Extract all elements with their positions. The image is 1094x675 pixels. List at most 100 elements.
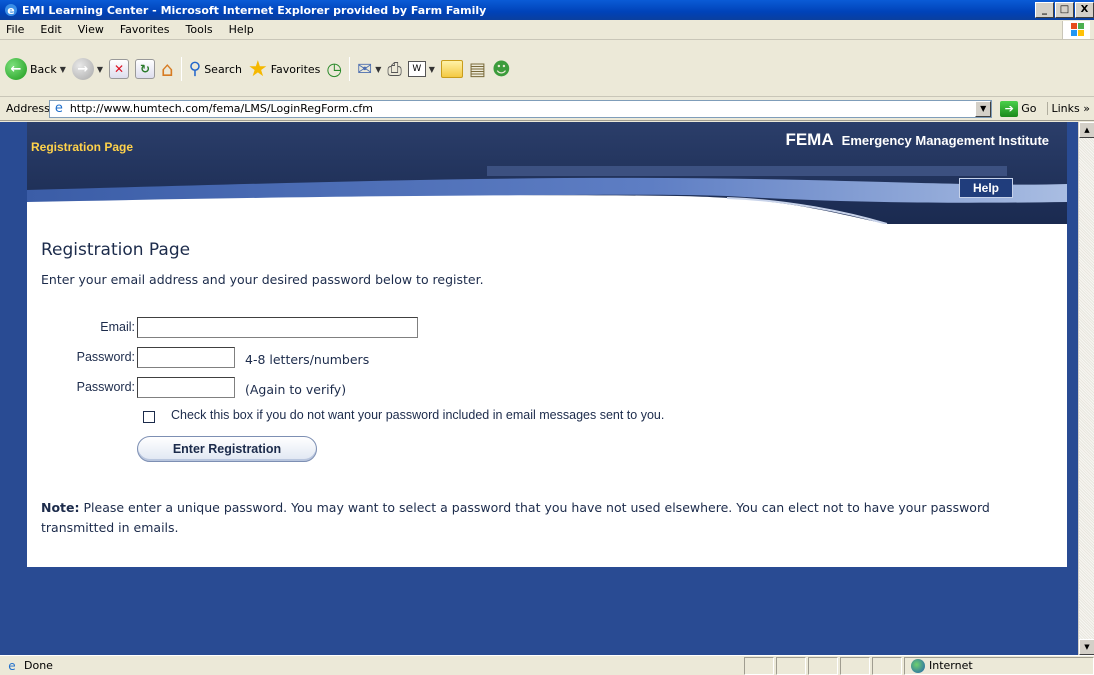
fema-long-name: Emergency Management Institute [841, 133, 1049, 148]
enter-registration-button[interactable]: Enter Registration [137, 436, 317, 462]
scroll-track[interactable] [1079, 138, 1094, 639]
research-button[interactable]: ▤ [466, 56, 489, 82]
search-icon: ⚲ [188, 59, 202, 79]
toolbar-separator [180, 57, 182, 81]
internet-explorer-icon: e [5, 4, 17, 17]
print-button[interactable]: ⎙ [384, 56, 404, 82]
page-banner: Registration Page FEMA Emergency Managem… [27, 122, 1067, 224]
password-field[interactable] [137, 347, 235, 368]
password-hint: 4-8 letters/numbers [245, 352, 370, 367]
scroll-up-button[interactable]: ▲ [1079, 122, 1094, 138]
refresh-icon: ↻ [135, 59, 156, 79]
status-pane [776, 656, 806, 675]
messenger-button[interactable]: ☻ [489, 56, 514, 82]
email-label: Email: [100, 320, 135, 334]
address-input[interactable]: e http://www.humtech.com/fema/LMS/LoginR… [48, 99, 993, 118]
mail-button[interactable]: ✉ ▼ [354, 56, 384, 82]
email-field[interactable] [137, 317, 418, 338]
help-button[interactable]: Help [959, 178, 1013, 198]
back-label: Back [30, 62, 57, 76]
refresh-button[interactable]: ↻ [132, 56, 158, 82]
stop-button[interactable]: ✕ [106, 56, 132, 82]
toolbar-separator [349, 57, 351, 81]
menu-favorites[interactable]: Favorites [112, 23, 178, 36]
address-url[interactable]: http://www.humtech.com/fema/LMS/LoginReg… [70, 102, 975, 115]
home-button[interactable]: ⌂ [158, 56, 177, 82]
fema-short-name: FEMA [785, 130, 834, 149]
menu-view[interactable]: View [70, 23, 112, 36]
close-button[interactable]: X [1075, 2, 1094, 18]
history-icon: ◷ [326, 58, 343, 80]
password-verify-hint: (Again to verify) [245, 382, 347, 397]
note-text: Please enter a unique password. You may … [41, 500, 990, 535]
address-dropdown-button[interactable]: ▼ [975, 100, 992, 117]
favorites-button[interactable]: ★ Favorites [245, 56, 323, 82]
window-title: EMI Learning Center - Microsoft Internet… [22, 3, 487, 17]
menu-bar: File Edit View Favorites Tools Help [0, 20, 1094, 40]
go-button[interactable]: ➔ Go [996, 100, 1040, 117]
forward-button[interactable]: → ▼ [69, 56, 106, 82]
research-icon: ▤ [468, 58, 486, 80]
links-label: Links [1051, 102, 1080, 115]
globe-icon [911, 658, 925, 673]
intro-text: Enter your email address and your desire… [41, 272, 484, 287]
page-icon: e [54, 101, 63, 116]
menu-edit[interactable]: Edit [32, 23, 69, 36]
forward-icon: → [71, 58, 94, 80]
page-title: Registration Page [41, 240, 191, 260]
folder-icon [440, 60, 463, 78]
minimize-button[interactable]: _ [1035, 2, 1054, 18]
windows-logo-icon [1062, 21, 1090, 39]
print-icon: ⎙ [387, 58, 402, 80]
chevron-down-icon: ▼ [375, 64, 382, 74]
search-label: Search [204, 62, 242, 76]
links-chevron: » [1083, 102, 1090, 115]
svg-text:e: e [7, 4, 14, 17]
menu-tools[interactable]: Tools [178, 23, 221, 36]
vertical-scrollbar[interactable]: ▲ ▼ [1078, 122, 1094, 655]
maximize-button[interactable]: □ [1055, 2, 1074, 18]
menu-help[interactable]: Help [221, 23, 262, 36]
status-pane [744, 656, 774, 675]
discuss-button[interactable] [438, 56, 466, 82]
chevron-down-icon: ▼ [428, 64, 435, 74]
window-controls: _ □ X [1035, 2, 1094, 18]
stop-icon: ✕ [109, 59, 130, 79]
page-viewport: Registration Page FEMA Emergency Managem… [0, 122, 1078, 655]
status-bar: e Done Internet [0, 655, 1094, 675]
edit-button[interactable]: W ▼ [405, 56, 438, 82]
menu-file[interactable]: File [0, 23, 32, 36]
links-toolbar[interactable]: Links » [1046, 102, 1094, 115]
status-text: Done [24, 659, 53, 672]
note-label: Note: [41, 500, 80, 515]
edit-icon: W [407, 61, 426, 77]
password-verify-label: Password: [76, 380, 135, 394]
password-label: Password: [76, 350, 135, 364]
security-zone-pane[interactable]: Internet [904, 656, 1094, 675]
banner-page-label: Registration Page [31, 140, 134, 154]
omit-password-checkbox[interactable] [143, 411, 155, 423]
scroll-down-button[interactable]: ▼ [1079, 639, 1094, 655]
chevron-down-icon: ▼ [96, 64, 104, 74]
password-verify-field[interactable] [137, 377, 235, 398]
omit-password-label: Check this box if you do not want your p… [171, 408, 665, 422]
go-arrow-icon: ➔ [1000, 100, 1019, 117]
favorites-icon: ★ [247, 56, 268, 82]
standard-toolbar: ← Back ▼ → ▼ ✕ ↻ ⌂ ⚲ Search ★ Favorites … [0, 41, 1094, 97]
status-pane [872, 656, 902, 675]
search-button[interactable]: ⚲ Search [186, 56, 245, 82]
back-button[interactable]: ← Back ▼ [2, 56, 69, 82]
password-note: Note: Please enter a unique password. Yo… [41, 498, 1001, 538]
registration-panel: Registration Page Enter your email addre… [27, 224, 1067, 567]
address-bar: Address e http://www.humtech.com/fema/LM… [0, 97, 1094, 121]
fema-title: FEMA Emergency Management Institute [785, 130, 1049, 150]
history-button[interactable]: ◷ [323, 56, 345, 82]
messenger-icon: ☻ [491, 58, 511, 80]
chevron-down-icon: ▼ [59, 64, 66, 74]
favorites-label: Favorites [270, 62, 321, 76]
home-icon: ⌂ [161, 57, 174, 81]
address-label: Address [6, 102, 50, 115]
back-icon: ← [5, 58, 27, 80]
status-pane [808, 656, 838, 675]
window-titlebar[interactable]: e EMI Learning Center - Microsoft Intern… [0, 0, 1094, 20]
